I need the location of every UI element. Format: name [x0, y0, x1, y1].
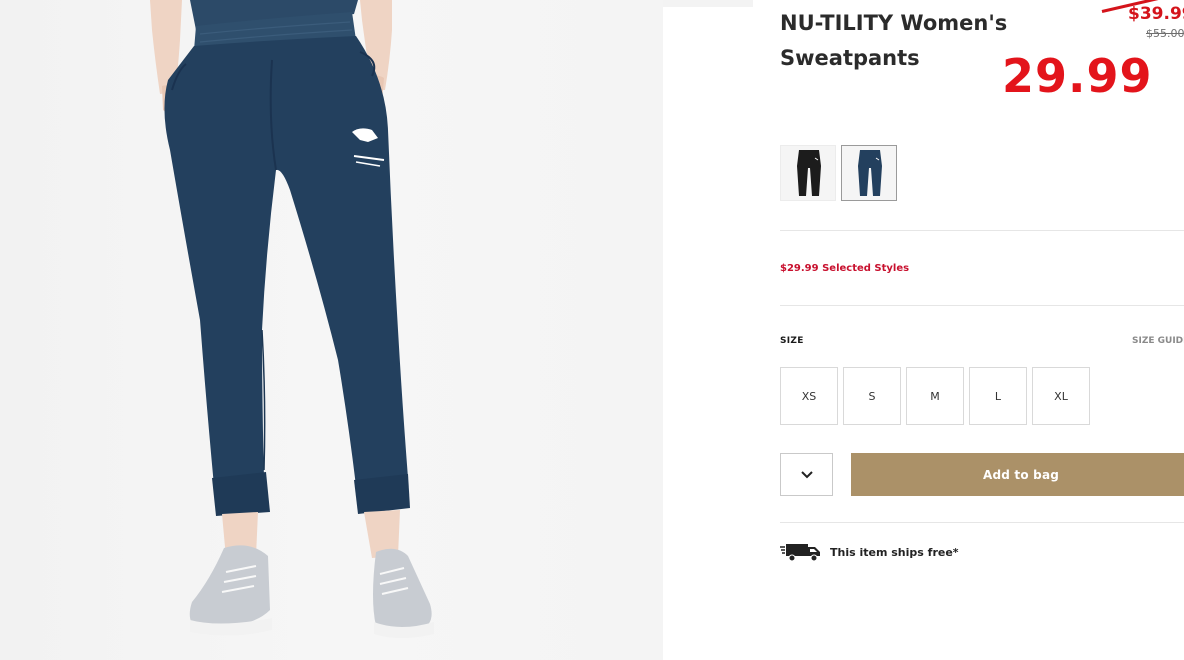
swatch-black[interactable] — [780, 145, 836, 201]
size-option-xs[interactable]: XS — [780, 367, 838, 425]
divider — [780, 230, 1184, 231]
size-option-m[interactable]: M — [906, 367, 964, 425]
image-edge — [663, 0, 753, 7]
chevron-down-icon — [800, 470, 813, 478]
list-price: $55.00 — [1146, 27, 1184, 40]
promo-price: $29.99 — [780, 263, 819, 274]
quantity-select[interactable] — [780, 453, 833, 496]
navy-pants-thumbnail — [858, 150, 882, 196]
promo-text: $29.99 Selected Styles — [780, 263, 909, 274]
size-option-xl[interactable]: XL — [1032, 367, 1090, 425]
size-options: XS S M L XL — [780, 367, 1090, 425]
product-photo — [150, 0, 434, 638]
shipping-info: This item ships free* — [780, 541, 959, 563]
shipping-text: This item ships free* — [830, 545, 959, 559]
product-image[interactable] — [0, 0, 663, 660]
sale-price: 29.99 — [1002, 49, 1153, 103]
black-pants-thumbnail — [797, 150, 821, 196]
color-swatches — [780, 145, 897, 201]
size-option-l[interactable]: L — [969, 367, 1027, 425]
struck-price: $39.99 — [1128, 4, 1184, 24]
product-title: NU-TILITY Women's Sweatpants — [780, 11, 1008, 70]
divider — [780, 305, 1184, 306]
size-label: SIZE — [780, 336, 804, 346]
promo-label: Selected Styles — [822, 263, 910, 274]
swatch-navy[interactable] — [841, 145, 897, 201]
size-guide-link[interactable]: SIZE GUIDE — [1132, 336, 1184, 346]
add-to-bag-button[interactable]: Add to bag — [851, 453, 1184, 496]
size-option-s[interactable]: S — [843, 367, 901, 425]
truck-icon — [780, 544, 820, 562]
divider — [780, 522, 1184, 523]
product-details: NU-TILITY Women's Sweatpants $39.99 $55.… — [780, 0, 1184, 660]
